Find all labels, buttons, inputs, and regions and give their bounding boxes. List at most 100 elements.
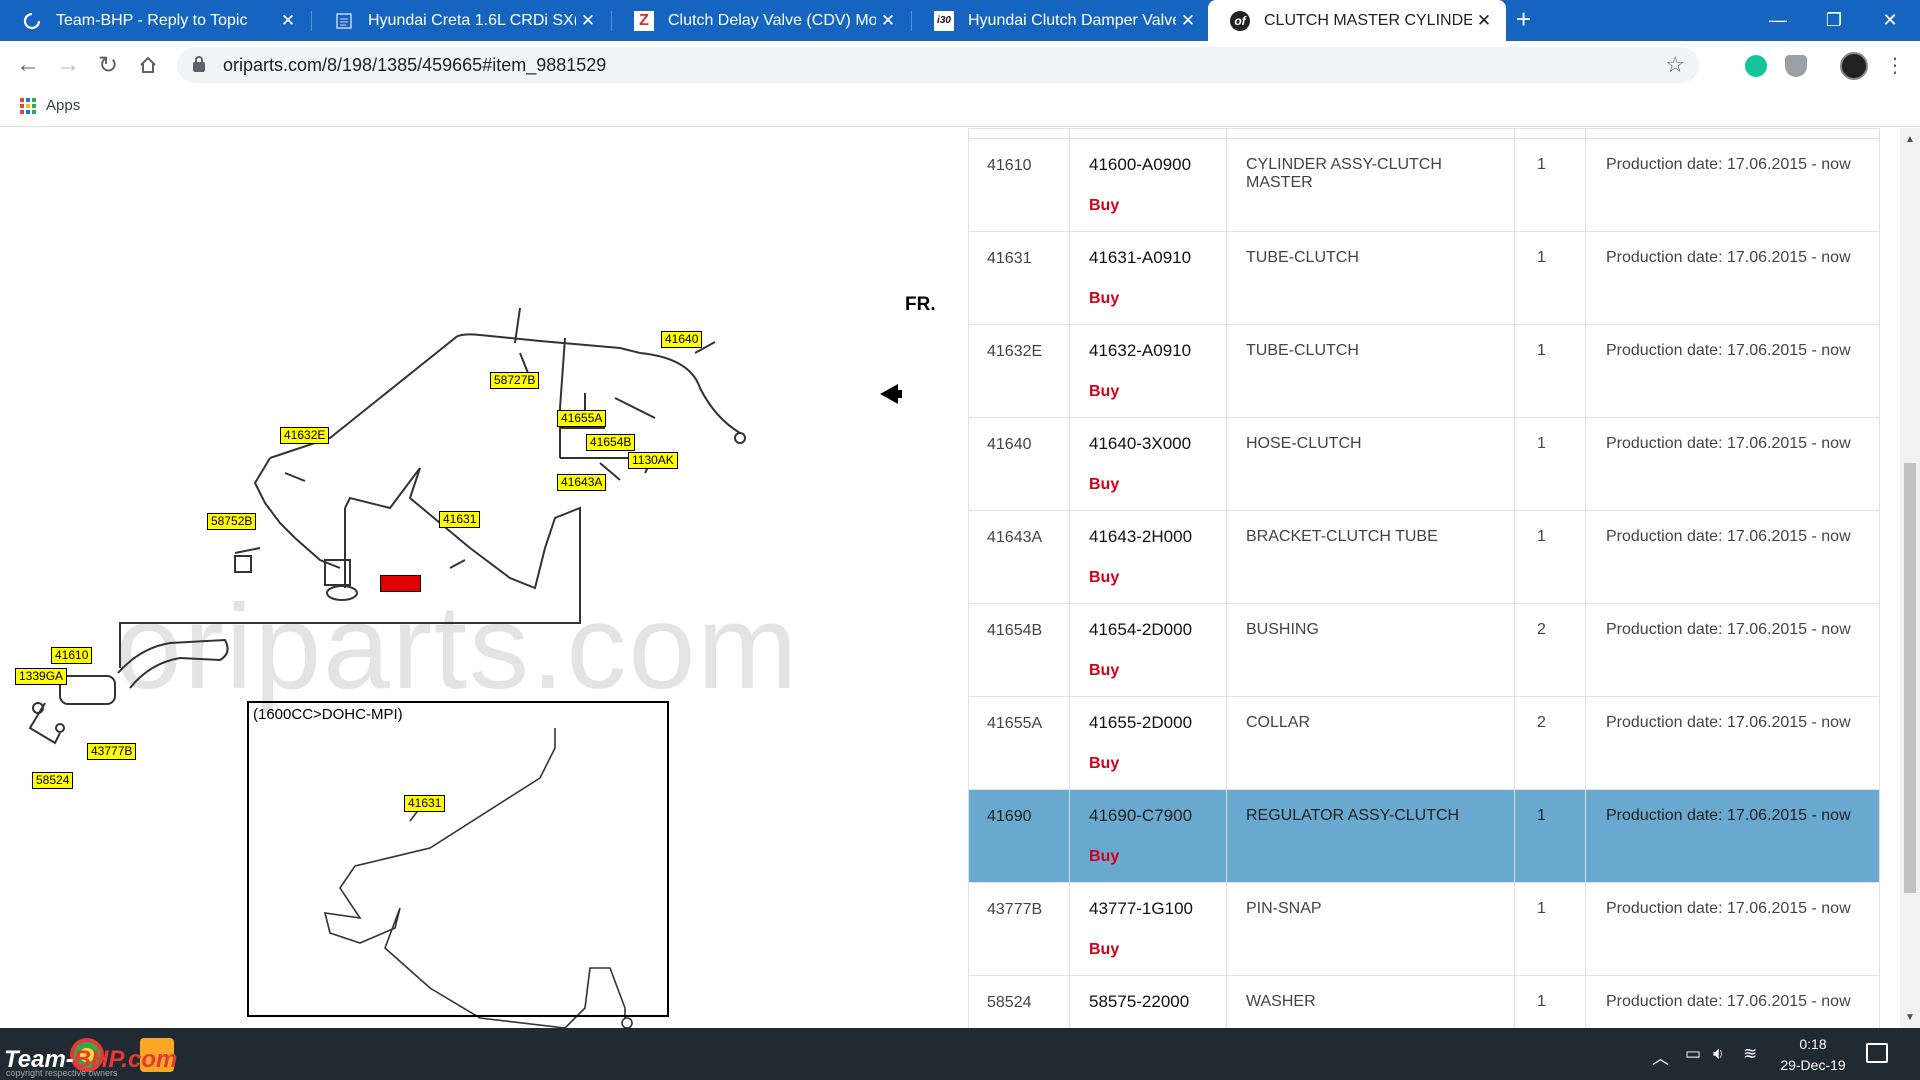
- wifi-icon[interactable]: ≋: [1743, 1044, 1757, 1064]
- ref-cell: 41655A: [968, 696, 1070, 790]
- part-number-cell: 41643-2H000 Buy: [1069, 510, 1227, 604]
- minimize-button[interactable]: —: [1750, 0, 1806, 41]
- callout-41690-selected[interactable]: 41690: [380, 575, 422, 592]
- bookmarks-bar: Apps: [0, 89, 1920, 127]
- table-row[interactable]: 41643A 41643-2H000 Buy BRACKET-CLUTCH TUBE 1…: [968, 510, 1880, 604]
- new-tab-button[interactable]: +: [1516, 4, 1531, 35]
- part-number[interactable]: 41655-2D000: [1089, 713, 1207, 733]
- callout-1339ga[interactable]: 1339GA: [15, 668, 68, 685]
- part-number[interactable]: 41640-3X000: [1089, 434, 1207, 454]
- callout-41654b[interactable]: 41654B: [586, 434, 636, 451]
- callout-58727b[interactable]: 58727B: [490, 372, 540, 389]
- scroll-up-arrow-icon[interactable]: ▲: [1905, 134, 1915, 145]
- tab-title: CLUTCH MASTER CYLINDER(MTA: [1264, 11, 1472, 29]
- reload-button[interactable]: ↻: [93, 50, 123, 80]
- callout-43777b[interactable]: 43777B: [87, 743, 137, 760]
- system-clock[interactable]: 0:18 29-Dec-19: [1772, 1034, 1854, 1076]
- table-row[interactable]: 41631 41631-A0910 Buy TUBE-CLUTCH 1 Productio…: [968, 231, 1880, 325]
- callout-41632e[interactable]: 41632E: [280, 427, 330, 444]
- part-number[interactable]: 41643-2H000: [1089, 527, 1207, 547]
- quantity-cell: 2: [1514, 603, 1586, 697]
- callout-41640[interactable]: 41640: [661, 331, 703, 348]
- ref-cell: 41610: [968, 138, 1070, 232]
- grammarly-extension-icon[interactable]: [1745, 55, 1767, 77]
- tab-title: Hyundai Clutch Damper Valve - I: [968, 11, 1176, 29]
- part-name-cell: TUBE-CLUTCH: [1226, 324, 1515, 418]
- close-tab-icon[interactable]: ✕: [876, 11, 900, 31]
- part-number[interactable]: 41600-A0900: [1089, 155, 1207, 175]
- close-tab-icon[interactable]: ✕: [276, 11, 300, 31]
- parts-table-container: 41610 41600-A0900 Buy CYLINDER ASSY-CLUTCH …: [968, 128, 1880, 1028]
- table-row[interactable]: 58524 58575-22000Buy WASHER 1 Production dat…: [968, 975, 1880, 1028]
- scrollbar-thumb[interactable]: [1904, 463, 1916, 893]
- callout-58524[interactable]: 58524: [32, 772, 74, 789]
- buy-link[interactable]: Buy: [1089, 197, 1207, 215]
- callout-41610[interactable]: 41610: [51, 647, 93, 664]
- buy-link[interactable]: Buy: [1089, 569, 1207, 587]
- callout-58752b[interactable]: 58752B: [207, 513, 257, 530]
- production-date: Production date: 17.06.2015 - now: [1606, 993, 1851, 1010]
- page-scrollbar[interactable]: ▲ ▼: [1900, 128, 1920, 1028]
- buy-link[interactable]: Buy: [1089, 290, 1207, 308]
- clock-date: 29-Dec-19: [1780, 1057, 1846, 1073]
- table-row[interactable]: 41610 41600-A0900 Buy CYLINDER ASSY-CLUTCH …: [968, 138, 1880, 232]
- tab-clutch-master-cylinder[interactable]: of CLUTCH MASTER CYLINDER(MTA ✕: [1208, 0, 1506, 41]
- callout-41631-inset[interactable]: 41631: [404, 795, 446, 812]
- restore-button[interactable]: ❐: [1806, 0, 1862, 41]
- close-tab-icon[interactable]: ✕: [1472, 11, 1496, 31]
- tab-hyundai-creta[interactable]: Hyundai Creta 1.6L CRDi SX(O) - ✕: [312, 0, 610, 41]
- home-button[interactable]: [133, 50, 163, 80]
- forward-button[interactable]: →: [53, 50, 83, 80]
- table-row[interactable]: 41655A 41655-2D000 Buy COLLAR 2 Production da…: [968, 696, 1880, 790]
- ref-cell: 41631: [968, 231, 1070, 325]
- shield-extension-icon[interactable]: [1785, 55, 1807, 77]
- profile-avatar[interactable]: [1840, 52, 1868, 80]
- part-number[interactable]: 41632-A0910: [1089, 341, 1207, 361]
- close-tab-icon[interactable]: ✕: [1176, 11, 1200, 31]
- callout-41655a[interactable]: 41655A: [557, 410, 607, 427]
- buy-link[interactable]: Buy: [1089, 476, 1207, 494]
- tab-team-bhp[interactable]: Team-BHP - Reply to Topic ✕: [0, 0, 310, 41]
- table-row[interactable]: 43777B 43777-1G100 Buy PIN-SNAP 1 Production …: [968, 882, 1880, 976]
- tab-clutch-damper-valve[interactable]: i30 Hyundai Clutch Damper Valve - I ✕: [912, 0, 1210, 41]
- buy-link[interactable]: Buy: [1089, 755, 1207, 773]
- table-row[interactable]: 41640 41640-3X000 Buy HOSE-CLUTCH 1 Productio…: [968, 417, 1880, 511]
- part-number[interactable]: 43777-1G100: [1089, 899, 1207, 919]
- table-row[interactable]: 41690 41690-C7900 Buy REGULATOR ASSY-CLUTCH…: [968, 789, 1880, 883]
- close-window-button[interactable]: ✕: [1862, 0, 1918, 41]
- tab-title: Hyundai Creta 1.6L CRDi SX(O) -: [368, 11, 576, 29]
- table-row[interactable]: 41654B 41654-2D000 Buy BUSHING 2 Production d…: [968, 603, 1880, 697]
- callout-41631[interactable]: 41631: [439, 511, 481, 528]
- buy-link[interactable]: Buy: [1089, 383, 1207, 401]
- back-button[interactable]: ←: [13, 50, 43, 80]
- notification-center-icon[interactable]: [1866, 1043, 1888, 1063]
- battery-icon[interactable]: ▭: [1685, 1044, 1701, 1064]
- callout-41643a[interactable]: 41643A: [557, 474, 607, 491]
- table-row[interactable]: 41632E 41632-A0910 Buy TUBE-CLUTCH 1 Producti…: [968, 324, 1880, 418]
- buy-link[interactable]: Buy: [1089, 848, 1207, 866]
- scroll-down-arrow-icon[interactable]: ▼: [1905, 1012, 1915, 1023]
- table-row-partial: [968, 128, 1880, 139]
- part-name: REGULATOR ASSY-CLUTCH: [1246, 807, 1460, 824]
- tab-title: Clutch Delay Valve (CDV) Modific: [668, 11, 876, 29]
- apps-bookmark[interactable]: Apps: [20, 97, 80, 114]
- volume-icon[interactable]: 🔉︎: [1713, 1044, 1724, 1064]
- menu-kebab-icon[interactable]: ⋮: [1880, 50, 1910, 80]
- close-tab-icon[interactable]: ✕: [576, 11, 600, 31]
- url-text[interactable]: oriparts.com/8/198/1385/459665#item_9881…: [223, 55, 606, 76]
- buy-link[interactable]: Buy: [1089, 662, 1207, 680]
- part-number[interactable]: 41690-C7900: [1089, 806, 1207, 826]
- part-number[interactable]: 41631-A0910: [1089, 248, 1207, 268]
- tab-clutch-delay-valve[interactable]: Z Clutch Delay Valve (CDV) Modific ✕: [612, 0, 910, 41]
- address-bar[interactable]: oriparts.com/8/198/1385/459665#item_9881…: [177, 47, 1699, 83]
- part-number[interactable]: 58575-22000: [1089, 992, 1207, 1012]
- bookmark-star-icon[interactable]: ☆: [1665, 52, 1685, 78]
- quantity: 1: [1537, 993, 1546, 1010]
- callout-1130ak[interactable]: 1130AK: [628, 452, 678, 469]
- production-date-cell: Production date: 17.06.2015 - now: [1585, 882, 1880, 976]
- document-icon: [334, 11, 354, 31]
- show-hidden-icons-chevron-icon[interactable]: ︿: [1652, 1044, 1669, 1069]
- buy-link[interactable]: Buy: [1089, 941, 1207, 959]
- part-number[interactable]: 41654-2D000: [1089, 620, 1207, 640]
- orientation-label: FR.: [905, 294, 936, 315]
